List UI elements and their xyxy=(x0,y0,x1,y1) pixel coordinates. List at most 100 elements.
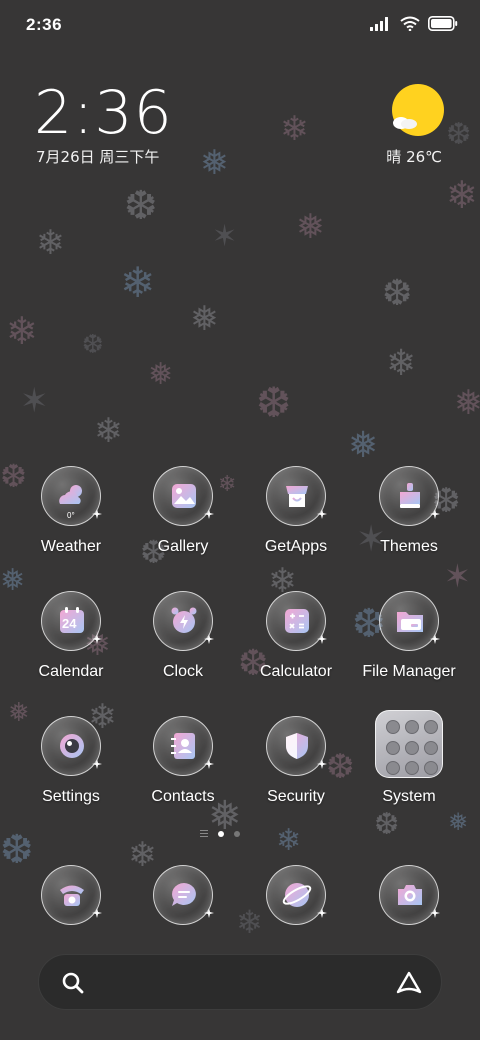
snowflake-decoration: ❅ xyxy=(454,383,480,423)
sparkle-icon xyxy=(317,908,327,918)
calendar-icon: 24 xyxy=(41,591,102,651)
snowflake-decoration: ❄ xyxy=(276,823,302,858)
app-label: File Manager xyxy=(362,663,456,680)
app-system-folder[interactable]: System xyxy=(352,710,466,826)
snowflake-decoration: ❅ xyxy=(200,143,229,183)
shield-icon xyxy=(266,716,327,776)
app-label: Contacts xyxy=(151,788,215,805)
app-themes[interactable]: Themes xyxy=(352,466,466,576)
app-calendar[interactable]: 24 Calendar xyxy=(14,591,128,701)
sparkle-icon xyxy=(204,509,214,519)
app-security[interactable]: Security xyxy=(239,716,353,826)
dock-messages[interactable] xyxy=(126,865,240,929)
snowflake-decoration: ❄ xyxy=(446,173,478,217)
folder-icon xyxy=(379,591,440,651)
page-dot-active[interactable] xyxy=(218,830,224,837)
cloud-icon xyxy=(393,117,417,129)
app-weather[interactable]: 0° Weather xyxy=(14,466,128,576)
alarm-clock-icon xyxy=(153,591,214,651)
mini-app-icon xyxy=(424,761,438,776)
app-label: GetApps xyxy=(264,538,328,555)
search-bar[interactable] xyxy=(38,954,442,1010)
sparkle-icon xyxy=(204,759,214,769)
app-gallery[interactable]: Gallery xyxy=(126,466,240,576)
status-icons xyxy=(370,16,458,31)
snowflake-decoration: ❄ xyxy=(94,411,123,451)
app-settings[interactable]: Settings xyxy=(14,716,128,826)
sparkle-icon xyxy=(430,509,440,519)
contacts-icon xyxy=(153,716,214,776)
calendar-date: 24 xyxy=(62,616,77,631)
camera-icon xyxy=(379,865,440,925)
snowflake-decoration: ✶ xyxy=(20,381,49,421)
snowflake-decoration: ❆ xyxy=(446,117,472,152)
sparkle-icon xyxy=(204,908,214,918)
app-getapps[interactable]: GetApps xyxy=(239,466,353,576)
snowflake-decoration: ❆ xyxy=(124,183,158,229)
dock-camera[interactable] xyxy=(352,865,466,929)
app-label: Gallery xyxy=(157,538,209,555)
snowflake-decoration: ❄ xyxy=(280,109,309,149)
sparkle-icon xyxy=(92,509,102,519)
phone-icon xyxy=(41,865,102,925)
weather-icon: 0° xyxy=(41,466,102,526)
snowflake-decoration: ❅ xyxy=(348,425,379,466)
snowflake-decoration: ❅ xyxy=(296,207,325,247)
sparkle-icon xyxy=(317,509,327,519)
wifi-icon xyxy=(400,16,420,31)
search-icon[interactable] xyxy=(61,971,85,995)
signal-icon xyxy=(370,16,392,31)
app-calculator[interactable]: Calculator xyxy=(239,591,353,701)
assistant-icon[interactable] xyxy=(395,969,423,997)
sparkle-icon xyxy=(204,634,214,644)
app-label: Settings xyxy=(42,788,100,805)
mini-app-icon xyxy=(405,761,419,776)
app-label: Themes xyxy=(380,538,438,555)
mini-app-icon xyxy=(405,720,419,734)
themes-icon xyxy=(379,466,440,526)
browser-icon xyxy=(266,865,327,925)
sparkle-icon xyxy=(92,634,102,644)
page-dot[interactable] xyxy=(234,830,240,837)
snowflake-decoration: ❄ xyxy=(386,343,417,384)
sparkle-icon xyxy=(92,908,102,918)
widget-date: 7月26日 周三下午 xyxy=(36,148,160,166)
messages-icon xyxy=(153,865,214,925)
snowflake-decoration: ✶ xyxy=(212,219,238,254)
sparkle-icon xyxy=(92,759,102,769)
app-label: Clock xyxy=(162,663,203,680)
dock-phone[interactable] xyxy=(14,865,128,929)
snowflake-decoration: ❅ xyxy=(148,357,174,392)
app-file-manager[interactable]: File Manager xyxy=(352,591,466,701)
snowflake-decoration: ❆ xyxy=(256,378,292,427)
app-clock[interactable]: Clock xyxy=(126,591,240,701)
battery-icon xyxy=(428,16,458,31)
app-label: Security xyxy=(267,788,325,805)
sparkle-icon xyxy=(317,759,327,769)
gallery-icon xyxy=(153,466,214,526)
dock-browser[interactable] xyxy=(239,865,353,929)
mini-app-icon xyxy=(424,720,438,734)
app-label: Calendar xyxy=(38,663,104,680)
getapps-icon xyxy=(266,466,327,526)
status-bar: 2:36 xyxy=(0,0,480,52)
weather-icon-temp: 0° xyxy=(67,511,75,520)
app-contacts[interactable]: Contacts xyxy=(126,716,240,826)
snowflake-decoration: ❄ xyxy=(120,258,156,307)
snowflake-decoration: ❄ xyxy=(36,223,65,263)
snowflake-decoration: ❆ xyxy=(0,827,34,873)
system-folder-icon xyxy=(375,710,443,778)
snowflake-decoration: ❆ xyxy=(382,273,413,314)
app-list-indicator-icon[interactable] xyxy=(200,830,208,837)
snowflake-decoration: ❅ xyxy=(190,299,219,339)
app-label: Weather xyxy=(40,538,102,555)
settings-icon xyxy=(41,716,102,776)
sparkle-icon xyxy=(430,908,440,918)
page-indicator[interactable] xyxy=(200,830,240,837)
app-label: System xyxy=(382,788,436,805)
snowflake-decoration: ❆ xyxy=(82,330,104,360)
sparkle-icon xyxy=(430,634,440,644)
mini-app-icon xyxy=(386,740,400,755)
app-label: Calculator xyxy=(259,663,333,680)
widget-clock: 2:36 xyxy=(34,78,173,148)
